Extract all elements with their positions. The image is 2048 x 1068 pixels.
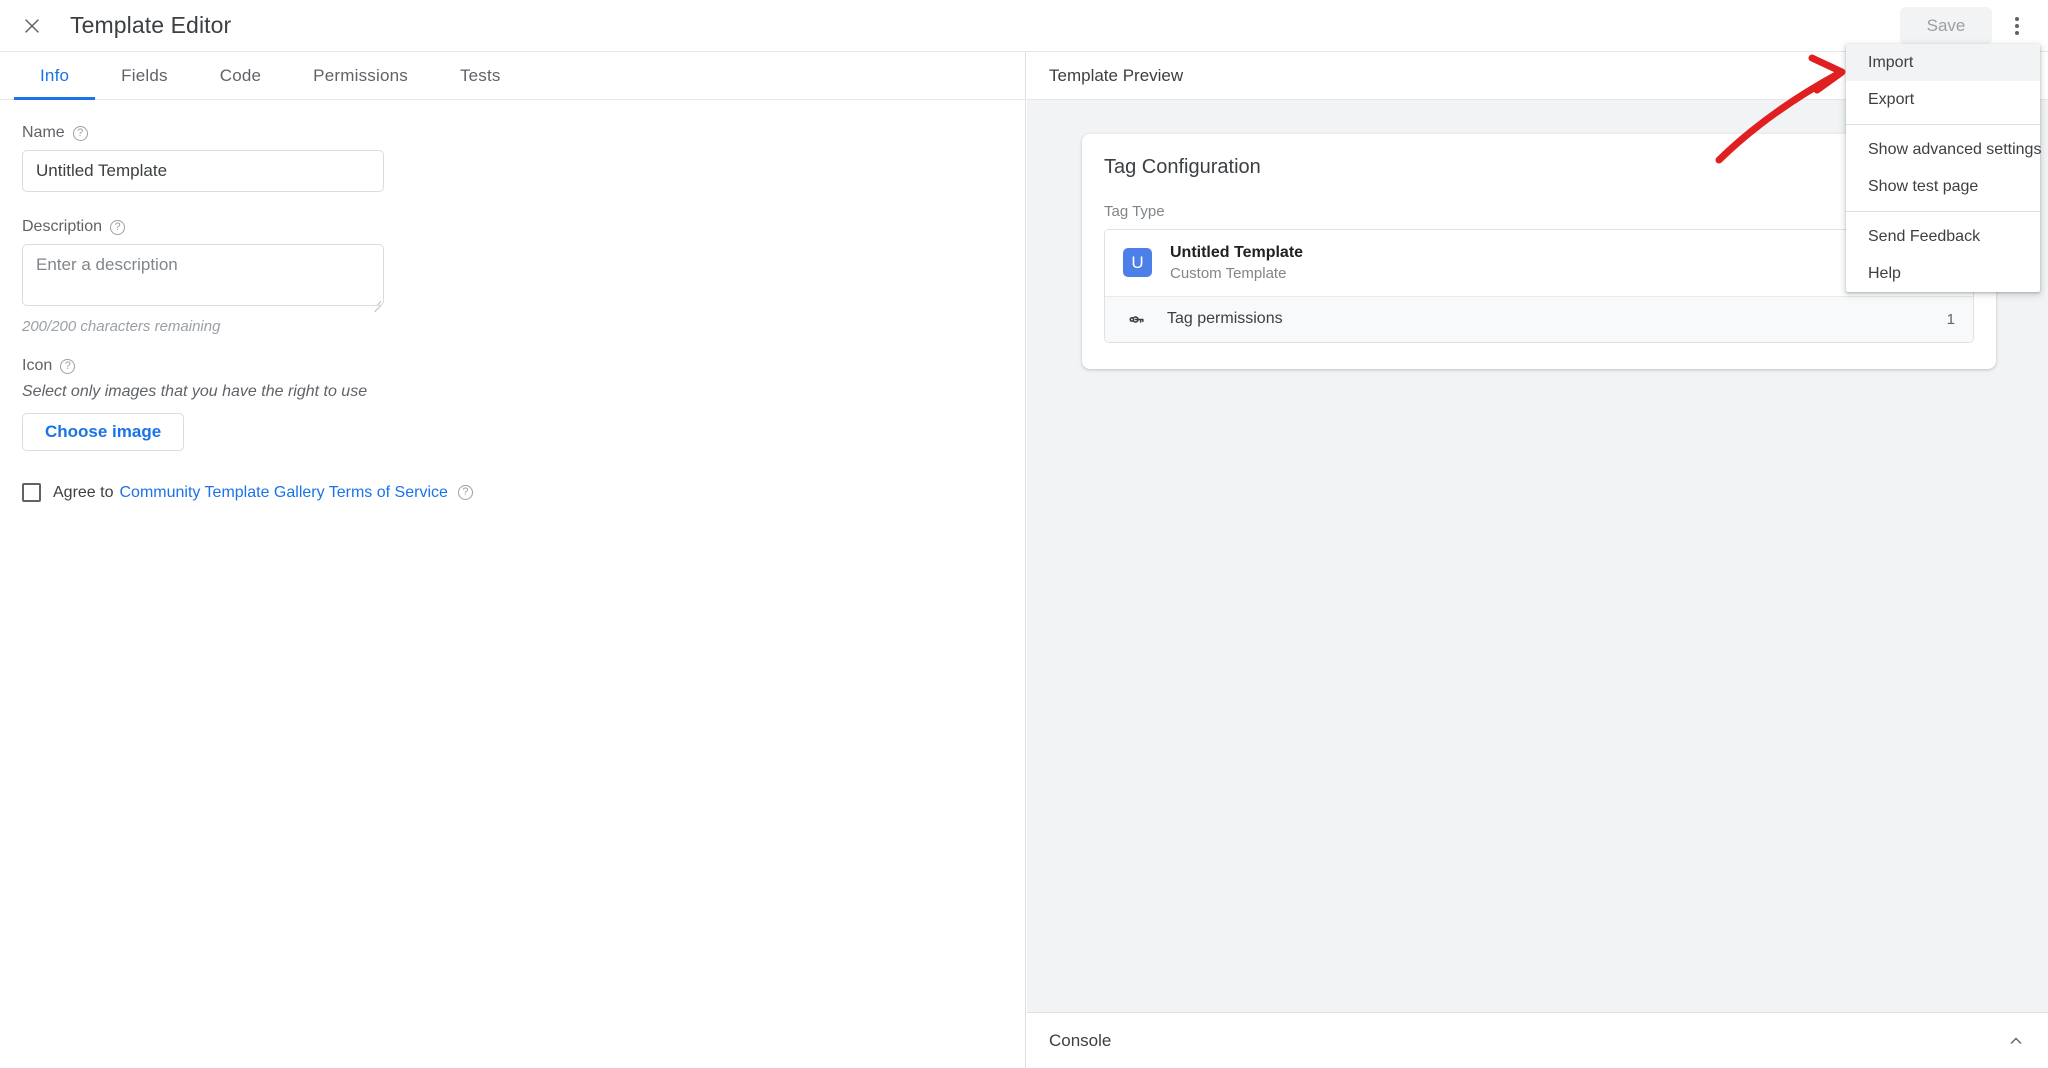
character-counter: 200/200 characters remaining	[22, 318, 221, 335]
description-label-text: Description	[22, 218, 103, 235]
more-vert-icon-dot	[2015, 30, 2019, 35]
tab-permissions[interactable]: Permissions	[287, 52, 434, 99]
more-vert-icon	[2015, 16, 2019, 21]
editor-tabs: Info Fields Code Permissions Tests	[0, 52, 1025, 100]
top-bar-actions: Save	[1900, 5, 2048, 47]
help-circle-icon[interactable]: ?	[457, 485, 473, 500]
menu-item-show-test-page[interactable]: Show test page	[1846, 168, 2040, 205]
console-title: Console	[1049, 1030, 1112, 1050]
info-form: Name ? Description ? 200/200 characters …	[0, 100, 1025, 502]
menu-item-show-advanced-settings[interactable]: Show advanced settings	[1846, 131, 2041, 168]
choose-image-button[interactable]: Choose image	[22, 413, 185, 451]
icon-field-label: Icon ?	[22, 357, 1025, 375]
more-options-button[interactable]	[1996, 5, 2038, 47]
tag-permissions-count: 1	[1946, 310, 1955, 328]
tag-type-box: U Untitled Template Custom Template Tag …	[1104, 229, 1974, 343]
template-avatar: U	[1123, 248, 1152, 278]
tag-type-name: Untitled Template	[1170, 244, 1304, 261]
description-textarea[interactable]	[22, 244, 384, 306]
overflow-menu: Import Export Show advanced settings Sho…	[1846, 44, 2041, 292]
page-title: Template Editor	[70, 12, 232, 38]
top-app-bar: Template Editor Save	[0, 0, 2048, 52]
menu-item-export[interactable]: Export	[1846, 81, 2040, 118]
menu-item-send-feedback[interactable]: Send Feedback	[1846, 218, 2040, 255]
close-button[interactable]	[12, 6, 52, 46]
menu-item-help[interactable]: Help	[1846, 255, 2040, 292]
help-circle-icon[interactable]: ?	[110, 219, 126, 235]
tab-tests[interactable]: Tests	[434, 52, 527, 99]
tab-code[interactable]: Code	[194, 52, 287, 99]
menu-item-import[interactable]: Import	[1846, 44, 2040, 81]
menu-separator	[1846, 124, 2040, 125]
close-icon	[25, 18, 39, 33]
icon-label-text: Icon	[22, 357, 53, 374]
help-circle-icon[interactable]: ?	[72, 125, 88, 141]
agree-prefix-text: Agree to	[53, 483, 114, 501]
tag-type-label: Tag Type	[1104, 203, 1165, 220]
tab-info[interactable]: Info	[14, 52, 96, 100]
menu-separator	[1846, 211, 2040, 212]
description-field-label: Description ?	[22, 218, 1025, 236]
console-expand-button[interactable]	[2006, 1031, 2026, 1051]
console-bar[interactable]: Console	[1027, 1012, 2048, 1068]
tag-type-subtitle: Custom Template	[1170, 264, 1287, 282]
template-editor-app: Template Editor Save Info Fields Code Pe…	[0, 0, 2048, 1068]
icon-usage-hint: Select only images that you have the rig…	[22, 383, 368, 400]
tag-permissions-label: Tag permissions	[1167, 310, 1283, 328]
agree-terms-checkbox[interactable]	[22, 483, 41, 502]
help-circle-icon[interactable]: ?	[60, 358, 76, 374]
save-button[interactable]: Save	[1900, 6, 1992, 45]
tab-fields[interactable]: Fields	[95, 52, 194, 99]
key-icon	[1123, 310, 1149, 329]
tag-type-texts: Untitled Template Custom Template	[1170, 242, 1303, 284]
terms-agreement-row: Agree to Community Template Gallery Term…	[22, 483, 1025, 502]
tag-type-row[interactable]: U Untitled Template Custom Template	[1105, 230, 1973, 296]
name-field-label: Name ?	[22, 124, 1025, 142]
terms-of-service-link[interactable]: Community Template Gallery Terms of Serv…	[119, 484, 447, 502]
tag-configuration-title: Tag Configuration	[1104, 156, 1261, 178]
tag-permissions-row[interactable]: Tag permissions 1	[1105, 295, 1973, 342]
name-input[interactable]	[22, 150, 384, 192]
chevron-up-icon	[2010, 1037, 2022, 1044]
editor-left-panel: Info Fields Code Permissions Tests Name …	[0, 52, 1026, 1068]
more-vert-icon-dot	[2015, 23, 2019, 28]
description-wrapper	[22, 244, 384, 313]
name-label-text: Name	[22, 124, 65, 141]
